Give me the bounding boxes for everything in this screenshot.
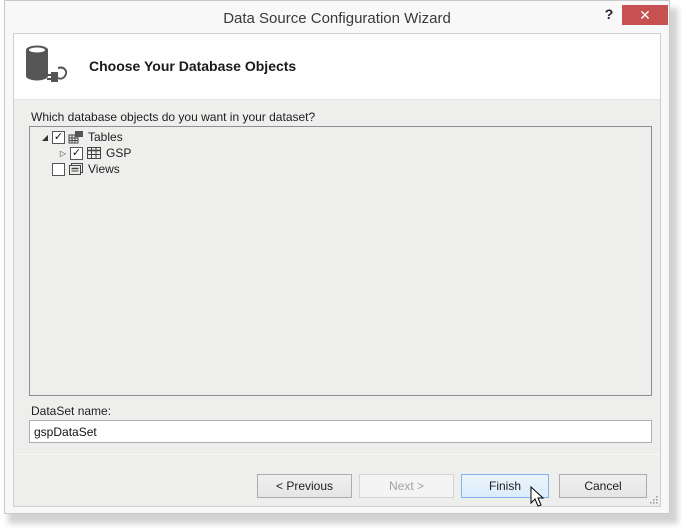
wizard-dialog: Data Source Configuration Wizard ? ✕ Cho… bbox=[4, 0, 670, 514]
close-icon: ✕ bbox=[639, 7, 651, 23]
mouse-cursor-icon bbox=[530, 486, 545, 507]
window-title: Data Source Configuration Wizard bbox=[223, 10, 451, 27]
help-button[interactable]: ? bbox=[602, 6, 616, 22]
close-button[interactable]: ✕ bbox=[622, 5, 668, 25]
database-connection-icon bbox=[26, 45, 68, 82]
gsp-checkbox[interactable]: ✓ bbox=[70, 146, 83, 160]
tree-item-gsp[interactable]: ▷ ✓ GSP bbox=[58, 145, 131, 161]
expand-arrow-icon[interactable]: ▷ bbox=[58, 145, 68, 161]
objects-prompt: Which database objects do you want in yo… bbox=[31, 110, 316, 124]
page-title: Choose Your Database Objects bbox=[89, 58, 297, 74]
footer-divider bbox=[14, 454, 660, 455]
table-icon bbox=[87, 147, 101, 159]
database-objects-tree[interactable]: ◢ ✓ Tables ▷ ✓ GSP Views bbox=[29, 126, 652, 396]
previous-button[interactable]: < Previous bbox=[257, 474, 352, 498]
dataset-name-label: DataSet name: bbox=[31, 404, 112, 418]
tree-item-views[interactable]: Views bbox=[50, 161, 120, 177]
tree-item-label: Tables bbox=[88, 130, 123, 144]
tree-item-label: Views bbox=[88, 162, 120, 176]
views-checkbox[interactable] bbox=[52, 162, 65, 176]
collapse-arrow-icon[interactable]: ◢ bbox=[40, 129, 50, 145]
wizard-header: Choose Your Database Objects bbox=[14, 34, 660, 100]
wizard-content: Choose Your Database Objects Which datab… bbox=[13, 33, 661, 507]
resize-grip-icon[interactable] bbox=[648, 494, 658, 504]
views-icon bbox=[69, 163, 83, 175]
tables-checkbox[interactable]: ✓ bbox=[52, 130, 65, 144]
title-bar[interactable]: Data Source Configuration Wizard ? ✕ bbox=[5, 1, 669, 34]
dataset-name-input[interactable] bbox=[29, 420, 652, 443]
cancel-button[interactable]: Cancel bbox=[559, 474, 647, 498]
tree-item-label: GSP bbox=[106, 146, 132, 160]
next-button: Next > bbox=[359, 474, 454, 498]
tables-icon bbox=[68, 131, 83, 144]
tree-item-tables[interactable]: ◢ ✓ Tables bbox=[40, 129, 123, 145]
